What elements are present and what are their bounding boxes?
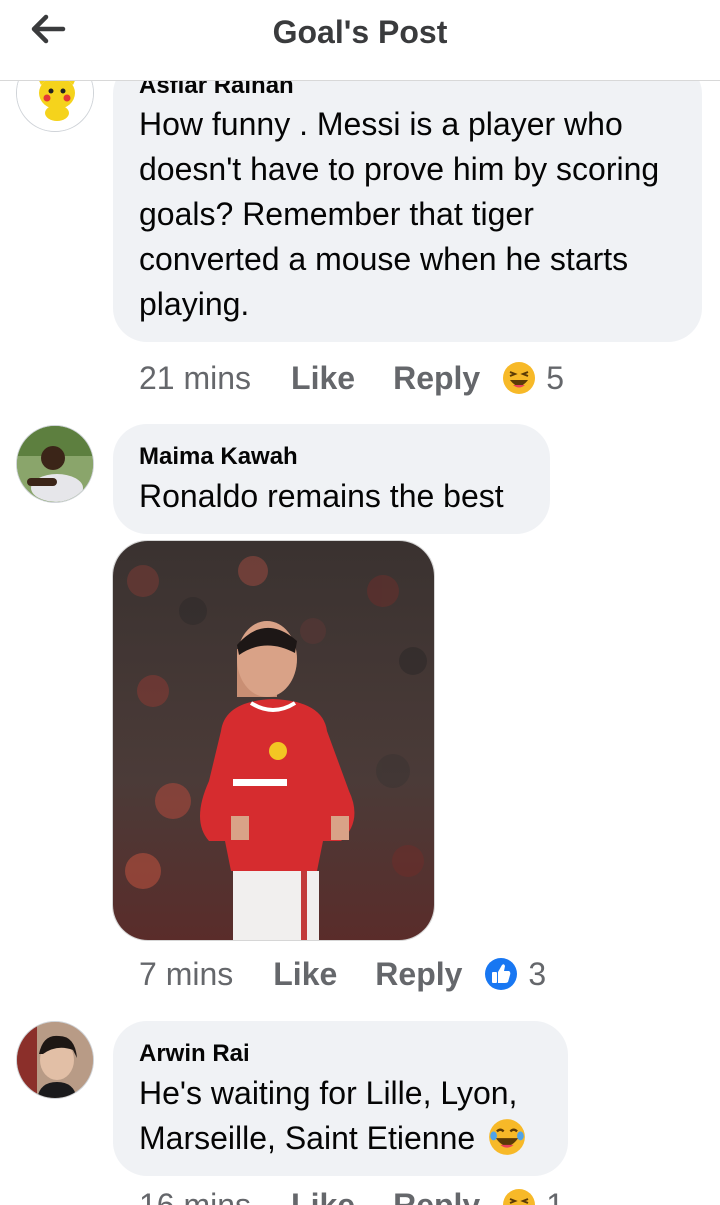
comment-author[interactable]: Arwin Rai [139,1040,250,1068]
comments-feed[interactable]: Asfiar Raihan How funny . Messi is a pla… [0,0,720,1205]
reply-button[interactable]: Reply [375,956,462,993]
like-button[interactable]: Like [291,360,355,397]
user-photo-avatar-icon [17,1022,93,1098]
comment-meta: 7 mins Like Reply 3 [139,952,546,996]
comment-text: How funny . Messi is a player who doesn'… [139,106,660,322]
tears-of-joy-emoji-icon [489,1119,525,1155]
comment-bubble: Maima Kawah Ronaldo remains the best [113,424,550,534]
football-player-image [113,541,434,940]
laughing-emoji-icon[interactable] [502,1188,536,1205]
like-thumb-icon[interactable] [484,957,518,991]
comment-bubble: Asfiar Raihan How funny . Messi is a pla… [113,60,702,342]
reply-button[interactable]: Reply [393,360,480,397]
avatar[interactable] [16,425,94,503]
comment-bubble: Arwin Rai He's waiting for Lille, Lyon, … [113,1021,568,1176]
comment-text: He's waiting for Lille, Lyon, Marseille,… [139,1071,556,1161]
comment-timestamp[interactable]: 7 mins [139,956,233,993]
comment-timestamp[interactable]: 16 mins [139,1187,251,1205]
comment-text-content: He's waiting for Lille, Lyon, Marseille,… [139,1075,518,1156]
avatar[interactable] [16,1021,94,1099]
reaction-count[interactable]: 3 [528,956,546,993]
comment-meta: 16 mins Like Reply 1 [139,1183,564,1205]
user-photo-avatar-icon [17,426,93,502]
reaction-count[interactable]: 5 [546,360,564,397]
laughing-emoji-icon[interactable] [502,361,536,395]
top-app-bar: Goal's Post [0,0,720,81]
reaction-count[interactable]: 1 [546,1187,564,1205]
like-button[interactable]: Like [273,956,337,993]
comment-meta: 21 mins Like Reply 5 [139,356,564,400]
comment-photo[interactable] [112,540,435,941]
page-title: Goal's Post [272,14,448,50]
like-button[interactable]: Like [291,1187,355,1205]
comment-author[interactable]: Maima Kawah [139,443,298,471]
comment-text: Ronaldo remains the best [139,478,504,514]
comment-timestamp[interactable]: 21 mins [139,360,251,397]
reply-button[interactable]: Reply [393,1187,480,1205]
